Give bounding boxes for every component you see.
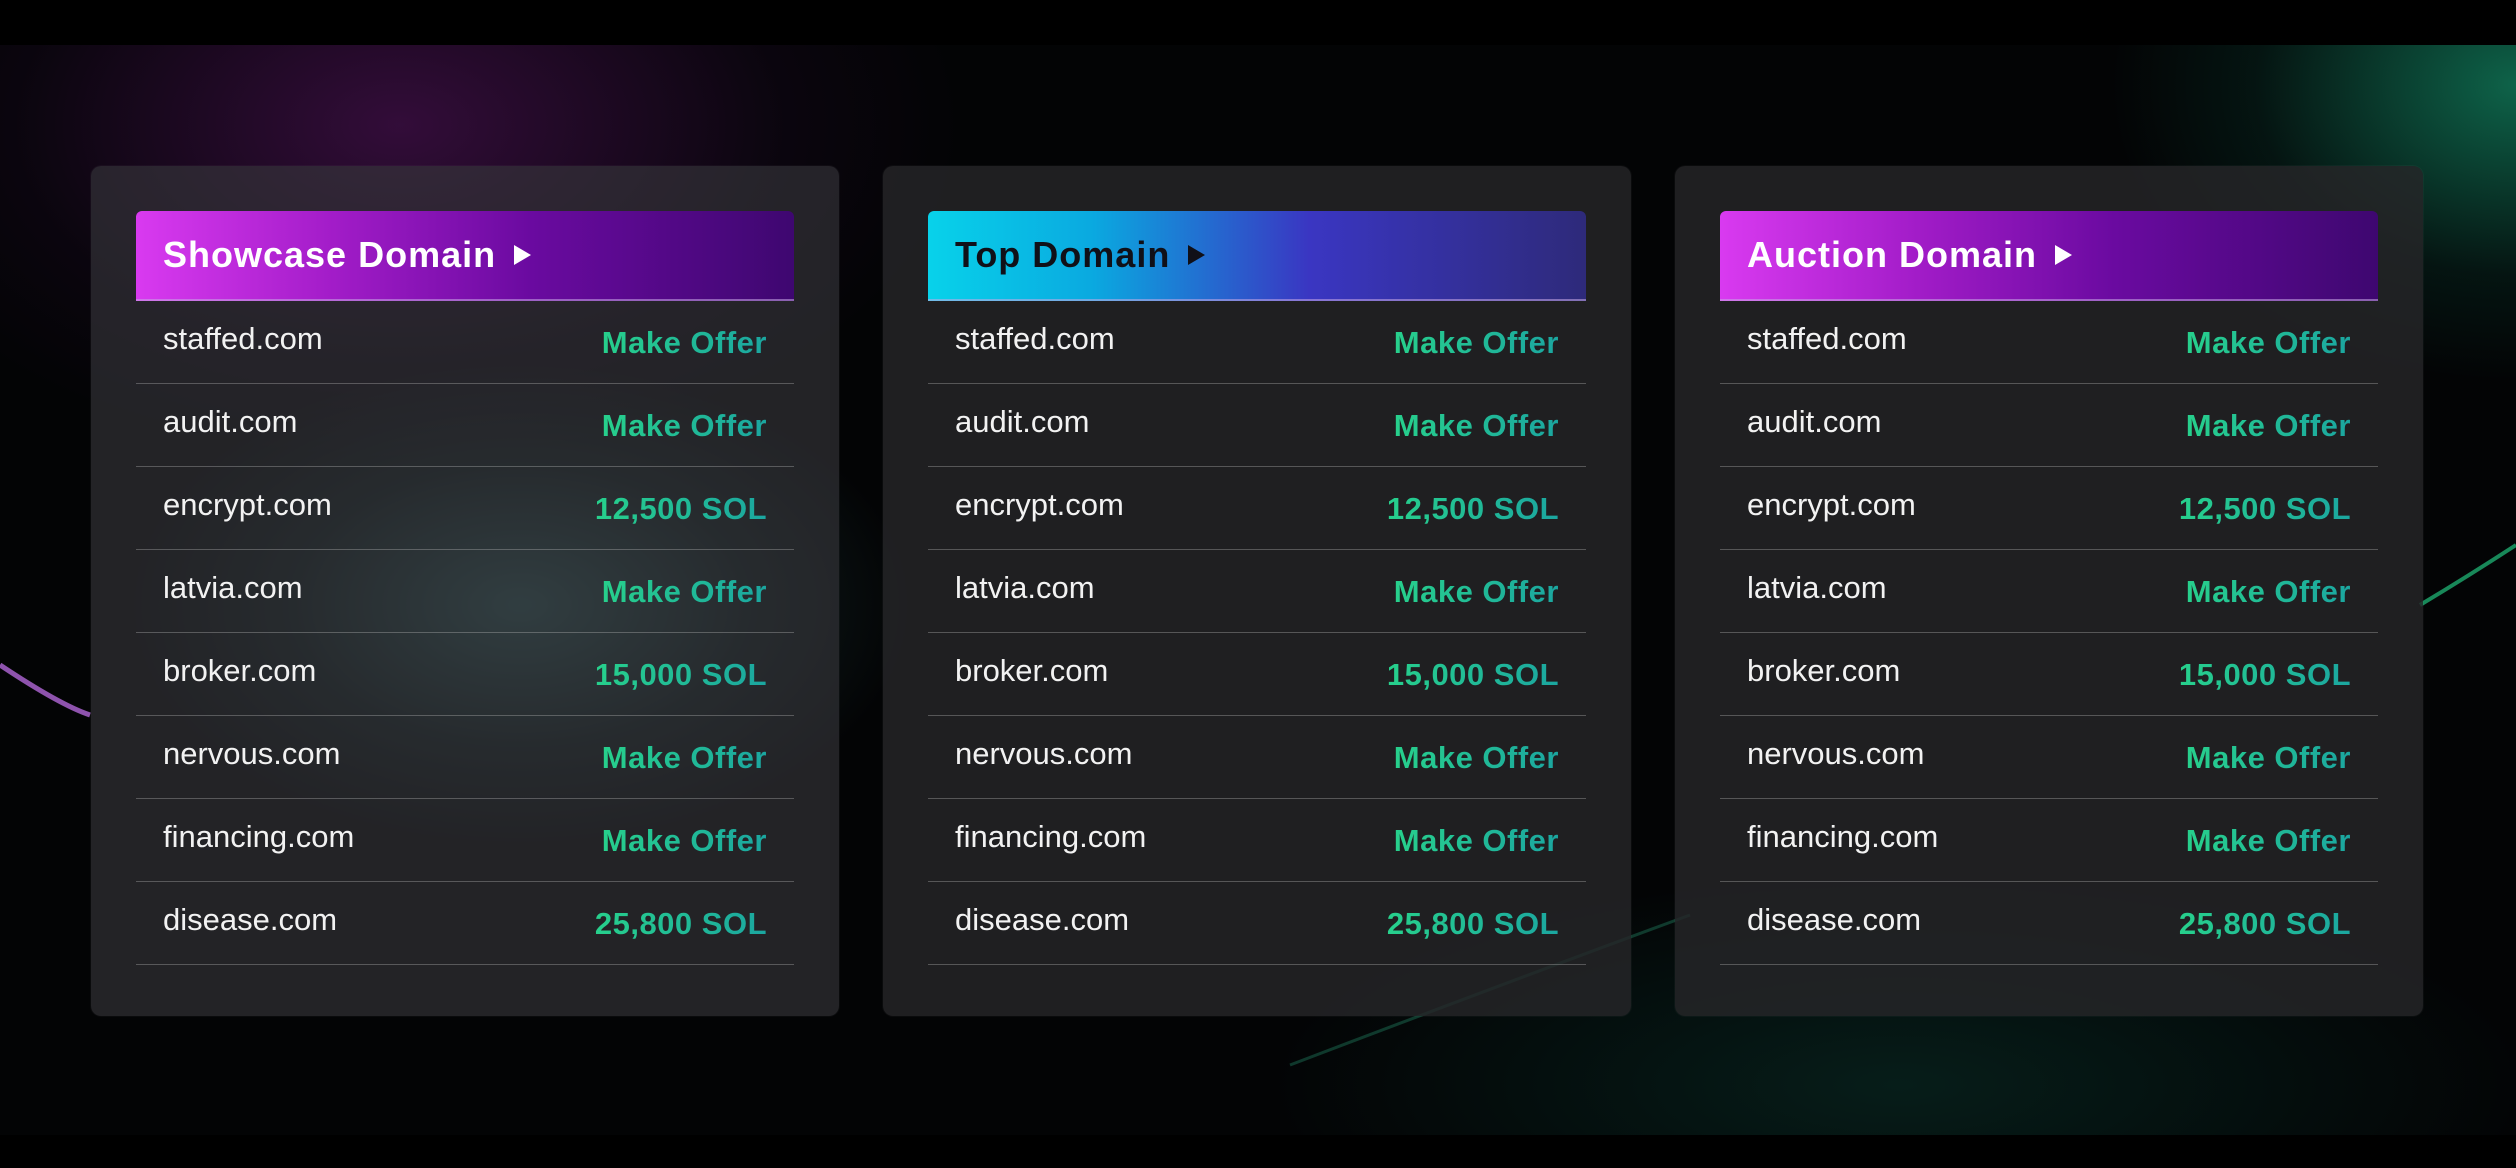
list-item[interactable]: broker.com 15,000 SOL [136, 633, 794, 716]
domain-name[interactable]: nervous.com [163, 736, 340, 772]
price-label[interactable]: Make Offer [1394, 325, 1559, 361]
domain-name[interactable]: audit.com [955, 404, 1089, 440]
price-label[interactable]: Make Offer [2186, 823, 2351, 859]
domain-name[interactable]: disease.com [163, 902, 337, 938]
panel-title: Auction Domain [1747, 234, 2037, 275]
list-item[interactable]: disease.com 25,800 SOL [928, 882, 1586, 965]
domain-name[interactable]: financing.com [163, 819, 354, 855]
price-label[interactable]: Make Offer [602, 408, 767, 444]
auction-domain-header[interactable]: Auction Domain [1720, 211, 2378, 301]
domain-name[interactable]: encrypt.com [955, 487, 1124, 523]
price-label[interactable]: Make Offer [602, 740, 767, 776]
list-item[interactable]: encrypt.com 12,500 SOL [136, 467, 794, 550]
domain-name[interactable]: encrypt.com [1747, 487, 1916, 523]
price-label[interactable]: 12,500 SOL [595, 491, 767, 527]
domain-list: staffed.com Make Offer audit.com Make Offe… [136, 301, 794, 965]
top-domain-header[interactable]: Top Domain [928, 211, 1586, 301]
list-item[interactable]: latvia.com Make Offer [928, 550, 1586, 633]
domain-name[interactable]: disease.com [1747, 902, 1921, 938]
price-label[interactable]: 25,800 SOL [595, 906, 767, 942]
list-item[interactable]: disease.com 25,800 SOL [1720, 882, 2378, 965]
price-label[interactable]: 25,800 SOL [1387, 906, 1559, 942]
domain-name[interactable]: latvia.com [163, 570, 303, 606]
domain-list: staffed.com Make Offer audit.com Make Offe… [1720, 301, 2378, 965]
list-item[interactable]: financing.com Make Offer [928, 799, 1586, 882]
play-arrow-icon [1188, 245, 1206, 265]
auction-domain-panel: Auction Domain staffed.com Make Offer aud… [1675, 166, 2423, 1016]
list-item[interactable]: latvia.com Make Offer [1720, 550, 2378, 633]
domain-name[interactable]: broker.com [1747, 653, 1900, 689]
play-arrow-icon [514, 245, 532, 265]
domain-name[interactable]: staffed.com [1747, 321, 1907, 357]
domain-name[interactable]: staffed.com [955, 321, 1115, 357]
domain-name[interactable]: latvia.com [1747, 570, 1887, 606]
list-item[interactable]: nervous.com Make Offer [928, 716, 1586, 799]
list-item[interactable]: audit.com Make Offer [928, 384, 1586, 467]
domain-name[interactable]: broker.com [163, 653, 316, 689]
top-domain-panel: Top Domain staffed.com Make Offer audit.c… [883, 166, 1631, 1016]
domain-name[interactable]: financing.com [955, 819, 1146, 855]
price-label[interactable]: Make Offer [2186, 740, 2351, 776]
price-label[interactable]: 12,500 SOL [2179, 491, 2351, 527]
showcase-domain-header[interactable]: Showcase Domain [136, 211, 794, 301]
list-item[interactable]: nervous.com Make Offer [1720, 716, 2378, 799]
domain-name[interactable]: audit.com [163, 404, 297, 440]
list-item[interactable]: encrypt.com 12,500 SOL [928, 467, 1586, 550]
domain-name[interactable]: audit.com [1747, 404, 1881, 440]
list-item[interactable]: audit.com Make Offer [136, 384, 794, 467]
list-item[interactable]: financing.com Make Offer [1720, 799, 2378, 882]
play-arrow-icon [2055, 245, 2072, 265]
price-label[interactable]: Make Offer [2186, 574, 2351, 610]
panel-title: Top Domain [955, 234, 1171, 275]
list-item[interactable]: staffed.com Make Offer [1720, 301, 2378, 384]
price-label[interactable]: Make Offer [2186, 408, 2351, 444]
domain-name[interactable]: latvia.com [955, 570, 1095, 606]
price-label[interactable]: 25,800 SOL [2179, 906, 2351, 942]
domain-name[interactable]: disease.com [955, 902, 1129, 938]
price-label[interactable]: 15,000 SOL [2179, 657, 2351, 693]
price-label[interactable]: Make Offer [2186, 325, 2351, 361]
list-item[interactable]: staffed.com Make Offer [136, 301, 794, 384]
domain-name[interactable]: broker.com [955, 653, 1108, 689]
list-item[interactable]: encrypt.com 12,500 SOL [1720, 467, 2378, 550]
showcase-domain-panel: Showcase Domain staffed.com Make Offer au… [91, 166, 839, 1016]
domain-name[interactable]: encrypt.com [163, 487, 332, 523]
list-item[interactable]: audit.com Make Offer [1720, 384, 2378, 467]
price-label[interactable]: Make Offer [1394, 408, 1559, 444]
domain-list: staffed.com Make Offer audit.com Make Offe… [928, 301, 1586, 965]
page-background: Showcase Domain staffed.com Make Offer au… [0, 45, 2516, 1135]
price-label[interactable]: 15,000 SOL [595, 657, 767, 693]
price-label[interactable]: Make Offer [602, 823, 767, 859]
list-item[interactable]: disease.com 25,800 SOL [136, 882, 794, 965]
list-item[interactable]: broker.com 15,000 SOL [928, 633, 1586, 716]
list-item[interactable]: broker.com 15,000 SOL [1720, 633, 2378, 716]
domain-name[interactable]: financing.com [1747, 819, 1938, 855]
domain-name[interactable]: staffed.com [163, 321, 323, 357]
list-item[interactable]: financing.com Make Offer [136, 799, 794, 882]
price-label[interactable]: Make Offer [602, 574, 767, 610]
list-item[interactable]: staffed.com Make Offer [928, 301, 1586, 384]
price-label[interactable]: Make Offer [1394, 823, 1559, 859]
list-item[interactable]: nervous.com Make Offer [136, 716, 794, 799]
price-label[interactable]: Make Offer [1394, 740, 1559, 776]
price-label[interactable]: Make Offer [602, 325, 767, 361]
price-label[interactable]: Make Offer [1394, 574, 1559, 610]
panel-title: Showcase Domain [163, 234, 497, 275]
domain-name[interactable]: nervous.com [955, 736, 1132, 772]
price-label[interactable]: 15,000 SOL [1387, 657, 1559, 693]
price-label[interactable]: 12,500 SOL [1387, 491, 1559, 527]
list-item[interactable]: latvia.com Make Offer [136, 550, 794, 633]
domain-name[interactable]: nervous.com [1747, 736, 1924, 772]
